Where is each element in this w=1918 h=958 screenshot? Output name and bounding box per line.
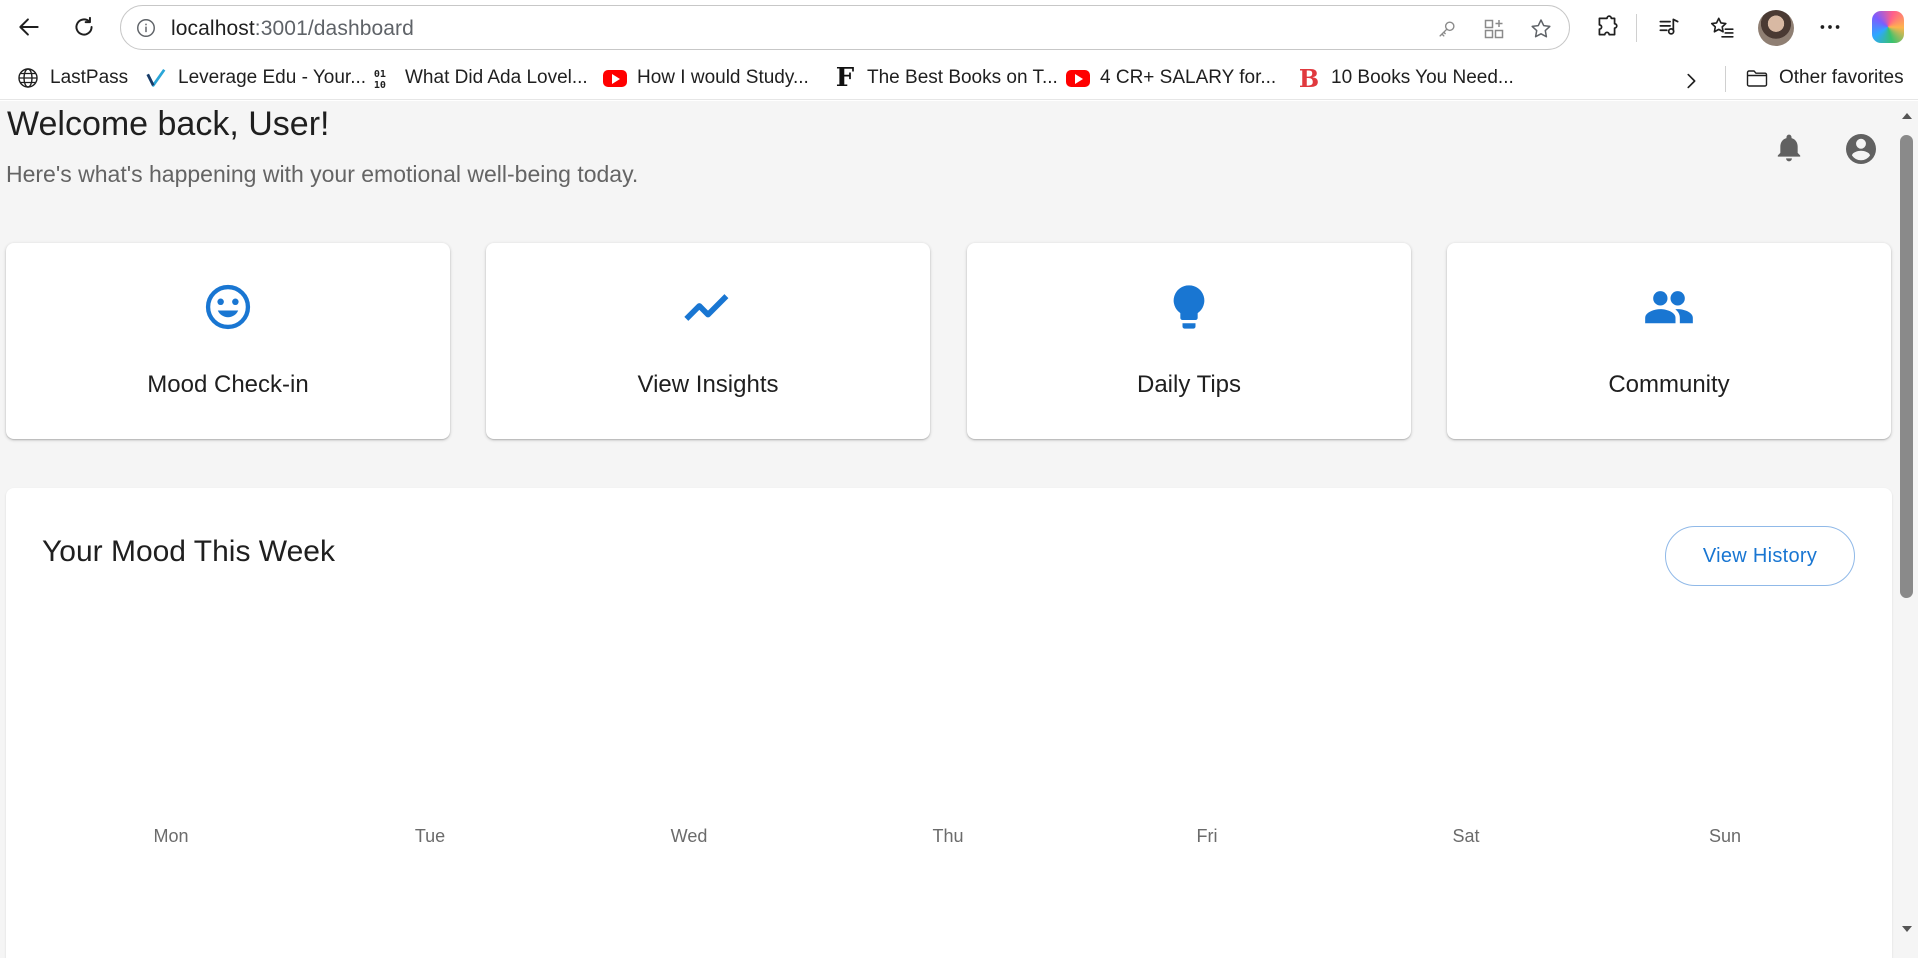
card-label: Mood Check-in <box>147 371 309 398</box>
toolbar-separator <box>1636 14 1637 42</box>
extensions-puzzle-icon[interactable] <box>1589 9 1625 45</box>
lightbulb-icon <box>1163 281 1215 333</box>
bookmark-leverage-edu[interactable]: Leverage Edu - Your... <box>144 62 366 94</box>
youtube-icon <box>1066 66 1090 90</box>
back-arrow-icon[interactable] <box>11 9 47 45</box>
svg-text:10: 10 <box>374 80 386 89</box>
globe-icon <box>16 66 40 90</box>
url-path: :3001/dashboard <box>254 17 414 40</box>
bookmark-best-books[interactable]: F The Best Books on T... <box>833 62 1058 94</box>
more-options-icon[interactable] <box>1812 9 1848 45</box>
daily-tips-card[interactable]: Daily Tips <box>967 243 1411 439</box>
other-favorites-label: Other favorites <box>1779 67 1904 88</box>
bookmark-label: How I would Study... <box>637 67 809 88</box>
bookmark-label: LastPass <box>50 67 129 88</box>
bookmark-label: 10 Books You Need... <box>1331 67 1514 88</box>
youtube-icon <box>603 66 627 90</box>
day-label: Wed <box>670 826 708 846</box>
address-bar[interactable]: localhost:3001/dashboard <box>120 5 1570 50</box>
day-label: Mon <box>153 826 189 846</box>
bookmarks-separator <box>1725 66 1726 92</box>
other-favorites-folder[interactable]: Other favorites <box>1745 62 1904 94</box>
bookmark-how-i-would-study[interactable]: How I would Study... <box>603 62 809 94</box>
copilot-icon[interactable] <box>1872 11 1904 43</box>
notification-bell-icon[interactable] <box>1772 131 1806 165</box>
scroll-down-arrow-icon[interactable] <box>1900 924 1914 934</box>
community-card[interactable]: Community <box>1447 243 1891 439</box>
scroll-up-arrow-icon[interactable] <box>1900 111 1914 121</box>
refresh-icon[interactable] <box>66 9 102 45</box>
page-viewport: Welcome back, User! Here's what's happen… <box>0 101 1918 958</box>
folder-icon <box>1745 66 1769 90</box>
profile-avatar[interactable] <box>1758 10 1794 46</box>
day-label: Thu <box>932 826 964 846</box>
day-label: Fri <box>1196 826 1218 846</box>
svg-text:01: 01 <box>374 69 386 80</box>
welcome-heading: Welcome back, User! <box>7 105 330 143</box>
leverage-edu-icon <box>144 66 168 90</box>
card-label: View Insights <box>637 371 779 398</box>
bookmark-label: The Best Books on T... <box>867 67 1058 88</box>
f-letter-icon: F <box>835 63 855 93</box>
mood-check-in-card[interactable]: Mood Check-in <box>6 243 450 439</box>
ada-icon: 01 10 <box>371 66 395 90</box>
account-circle-icon[interactable] <box>1842 130 1880 168</box>
day-label: Sun <box>1708 826 1742 846</box>
favorite-star-icon[interactable] <box>1527 15 1555 43</box>
welcome-subtitle: Here's what's happening with your emotio… <box>6 161 639 187</box>
bookmark-label: Leverage Edu - Your... <box>178 67 367 88</box>
day-label: Sat <box>1452 826 1480 846</box>
card-label: Community <box>1608 371 1730 398</box>
bookmark-10-books[interactable]: B 10 Books You Need... <box>1297 62 1514 94</box>
browser-toolbar: localhost:3001/dashboard <box>0 0 1918 54</box>
bookmark-salary[interactable]: 4 CR+ SALARY for... <box>1066 62 1276 94</box>
bookmark-label: 4 CR+ SALARY for... <box>1100 67 1277 88</box>
page-scrollbar[interactable] <box>1896 101 1918 958</box>
bookmark-ada-lovelace[interactable]: 01 10 What Did Ada Lovel... <box>371 62 588 94</box>
favorites-list-icon[interactable] <box>1704 9 1740 45</box>
site-info-icon[interactable] <box>133 15 159 41</box>
b-letter-icon: B <box>1298 63 1320 93</box>
app-available-icon[interactable] <box>1480 15 1508 43</box>
view-insights-card[interactable]: View Insights <box>486 243 930 439</box>
bookmark-label: What Did Ada Lovel... <box>405 67 588 88</box>
day-label: Tue <box>414 826 446 846</box>
media-control-icon[interactable] <box>1651 9 1687 45</box>
scrollbar-thumb[interactable] <box>1900 135 1913 598</box>
url-text[interactable]: localhost:3001/dashboard <box>171 17 414 41</box>
smiley-icon <box>202 281 254 333</box>
card-label: Daily Tips <box>1136 371 1242 398</box>
people-icon <box>1643 281 1695 333</box>
mood-week-panel: Your Mood This Week View History Mon Tue… <box>6 488 1892 958</box>
view-history-button[interactable]: View History <box>1665 526 1855 586</box>
trending-up-icon <box>682 281 734 333</box>
url-host: localhost <box>171 17 255 40</box>
chevron-right-icon[interactable] <box>1676 66 1706 96</box>
bookmark-lastpass[interactable]: LastPass <box>16 62 128 94</box>
mood-week-title: Your Mood This Week <box>42 535 335 568</box>
key-icon[interactable] <box>1433 15 1461 43</box>
bookmarks-bar: LastPass Leverage Edu - Your... 01 10 Wha… <box>0 58 1918 100</box>
